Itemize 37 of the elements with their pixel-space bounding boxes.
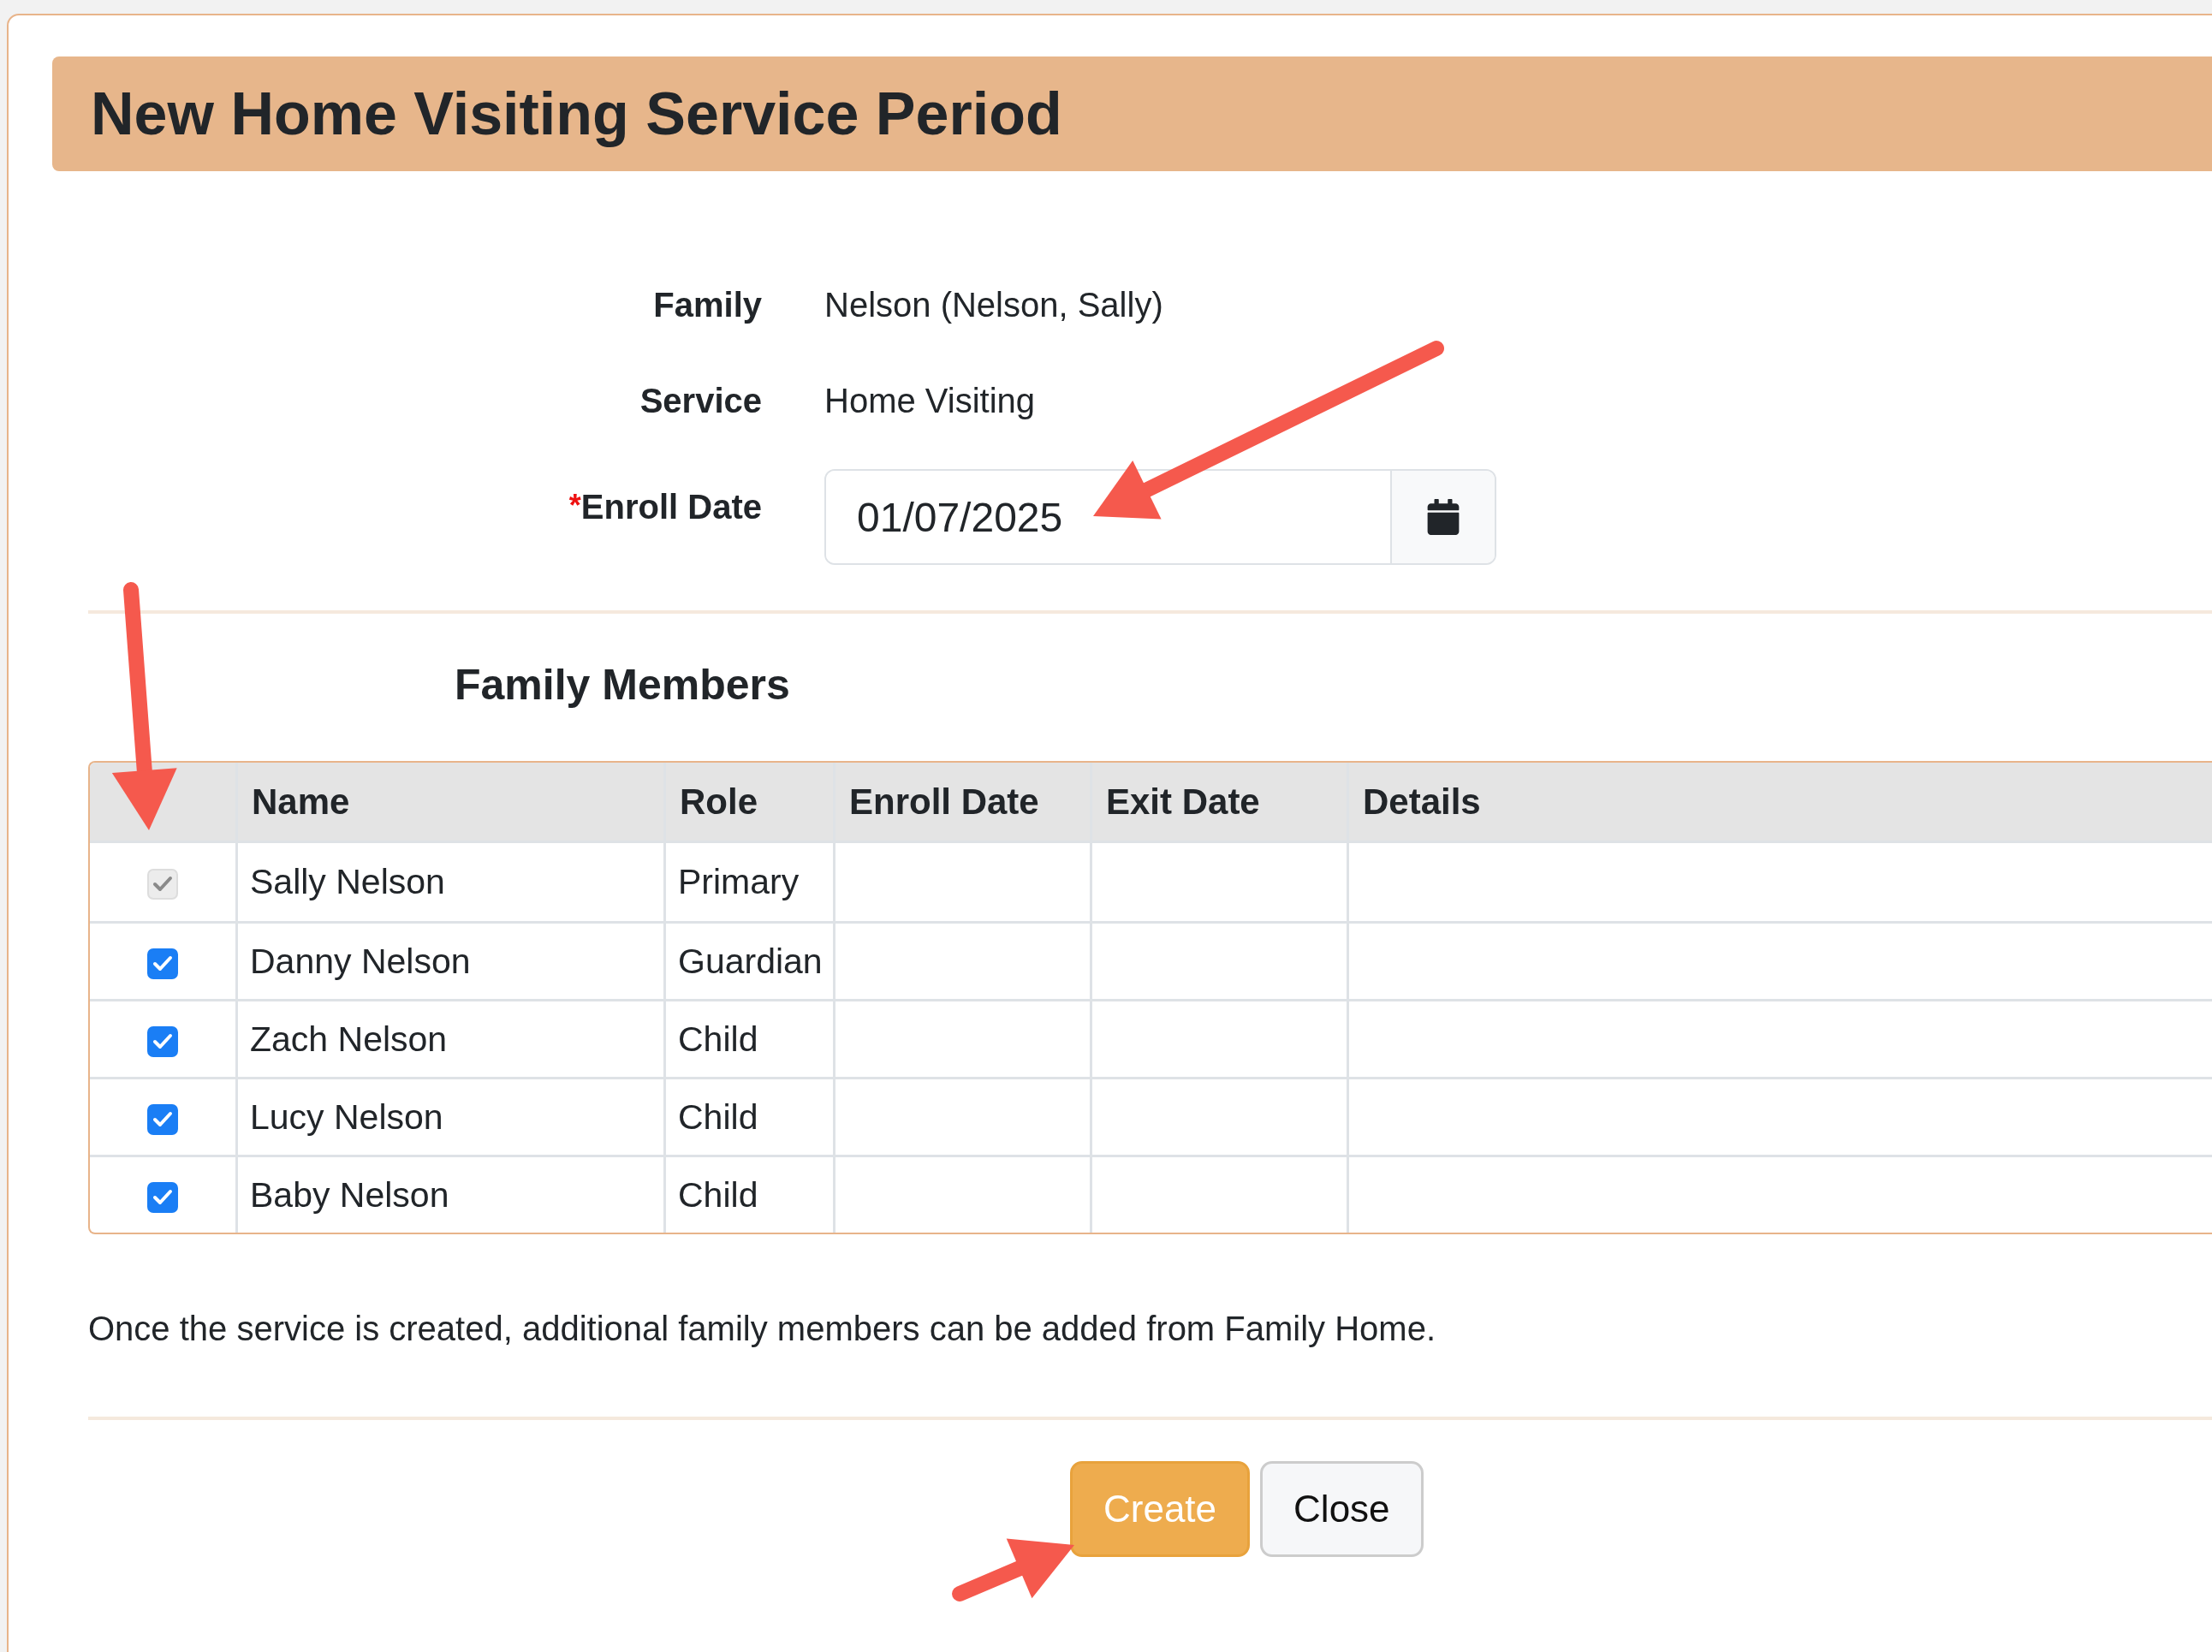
check-icon (152, 954, 173, 972)
check-icon (152, 876, 173, 894)
table-cell: Child (663, 1155, 833, 1233)
label-text: Service (639, 381, 762, 419)
table-cell: Zach Nelson (235, 999, 663, 1077)
header-cell: Role (663, 763, 833, 843)
table-cell: Child (663, 1077, 833, 1155)
table-cell: Lucy Nelson (235, 1077, 663, 1155)
check-icon (152, 1188, 173, 1206)
calendar-icon (1425, 499, 1461, 535)
section-heading: Family Members (455, 660, 791, 710)
required-mark: * (568, 487, 581, 523)
date-field[interactable]: 01/07/2025 (824, 469, 1496, 565)
table-cell: Sally Nelson (235, 843, 663, 921)
close-button[interactable]: Close (1260, 1461, 1424, 1557)
row-checkbox[interactable] (147, 1181, 178, 1213)
header-cell: Name (235, 763, 663, 843)
calendar-button[interactable] (1390, 471, 1495, 563)
table-cell: Primary (663, 843, 833, 921)
field-value: Home Visiting (824, 381, 1037, 420)
check-icon (152, 1032, 173, 1050)
table-cell: Danny Nelson (235, 921, 663, 999)
label-text: Enroll Date (580, 487, 762, 526)
label-text: Family (653, 285, 762, 324)
dialog-title: New Home Visiting Service Period (91, 80, 1062, 148)
row-checkbox[interactable] (147, 1103, 178, 1135)
check-icon (152, 1110, 173, 1128)
field-value: Nelson (Nelson, Sally) (824, 285, 1164, 324)
table-cell: Baby Nelson (235, 1155, 663, 1233)
header-cell: Enroll Date (833, 763, 1090, 843)
row-checkbox[interactable] (147, 948, 178, 979)
header-cell: Details (1347, 763, 2212, 843)
table-cell: Child (663, 999, 833, 1077)
info-text: Once the service is created, additional family members can be added from Family Home. (88, 1310, 1436, 1348)
table-cell: Guardian (663, 921, 833, 999)
row-checkbox[interactable] (147, 1025, 178, 1057)
header-cell: Exit Date (1090, 763, 1347, 843)
